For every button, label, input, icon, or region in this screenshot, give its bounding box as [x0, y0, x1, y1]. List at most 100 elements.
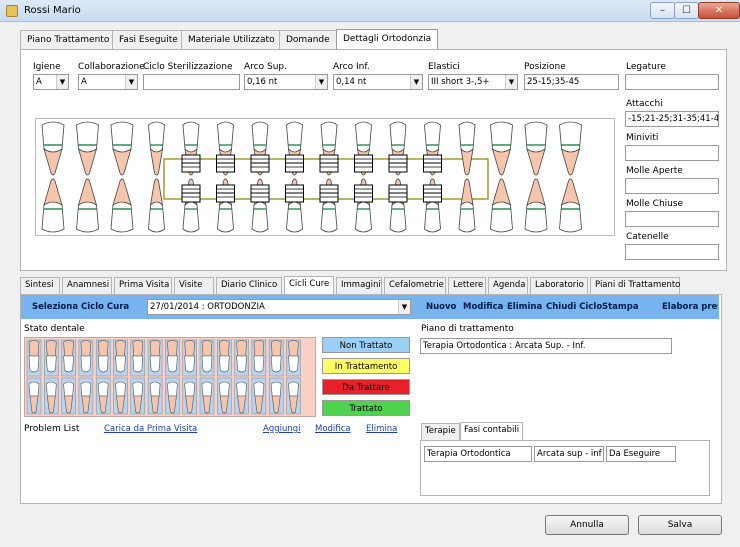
- upper-tooth-root: [218, 340, 230, 357]
- lower-tooth-crown: [149, 381, 161, 397]
- elimina-action-link[interactable]: Elimina: [507, 302, 542, 312]
- stato-dentale-chart[interactable]: [24, 337, 316, 417]
- ortho-teeth-svg[interactable]: [36, 119, 614, 235]
- piano-trattamento-field[interactable]: Terapia Ortodontica : Arcata Sup. - Inf.: [420, 338, 672, 354]
- sub-tab-cicli-cure[interactable]: Cicli Cure: [284, 276, 334, 295]
- ciclo-cura-select[interactable]: 27/01/2014 : ORTODONZIA ▼: [147, 299, 411, 315]
- elastici-select[interactable]: III short 3-,5+ ▼: [428, 74, 518, 90]
- upper-tooth-crown: [201, 355, 213, 373]
- dental-chart[interactable]: [35, 118, 615, 236]
- elimina-link[interactable]: Elimina: [366, 424, 397, 434]
- title-bar: [0, 0, 740, 22]
- lower-tooth-root: [77, 178, 98, 206]
- lower-tooth-root: [491, 178, 512, 206]
- upper-tooth-root: [80, 340, 92, 357]
- tab-materiale-utilizzato[interactable]: Materiale Utilizzato: [181, 30, 282, 50]
- sub-tab-diario-clinico[interactable]: Diario Clinico: [216, 277, 282, 294]
- lower-tooth-root: [560, 178, 581, 206]
- molle-chiuse-label: Molle Chiuse: [626, 199, 684, 209]
- carica-prima-visita-link[interactable]: Carica da Prima Visita: [104, 424, 197, 434]
- lower-tooth-crown: [201, 381, 213, 397]
- upper-tooth-crown: [355, 121, 372, 153]
- sub-tab-lettere[interactable]: Lettere: [448, 277, 486, 294]
- arco-sup-label: Arco Sup.: [244, 62, 287, 72]
- nuovo-link[interactable]: Nuovo: [426, 302, 456, 312]
- modifica-action-link[interactable]: Modifica: [463, 302, 503, 312]
- chevron-down-icon: ▼: [410, 75, 422, 89]
- attacchi-field[interactable]: -15;21-25;31-35;41-45: [625, 111, 719, 127]
- tab-fasi-eseguite[interactable]: Fasi Eseguite: [112, 30, 185, 50]
- upper-tooth-crown: [559, 121, 582, 153]
- lower-tooth-root: [112, 178, 132, 206]
- lower-tooth-crown: [355, 201, 372, 233]
- salva-button[interactable]: Salva: [638, 515, 722, 535]
- sub-tab-sintesi[interactable]: Sintesi: [20, 277, 60, 294]
- chiudi-ciclo-link[interactable]: Chiudi Ciclo: [546, 302, 602, 312]
- upper-tooth-crown: [288, 355, 299, 373]
- arco-sup-select[interactable]: 0,16 nt ▼: [244, 74, 328, 90]
- catenelle-field[interactable]: [625, 244, 719, 260]
- elabora-preventivo-link[interactable]: Elabora preve: [662, 302, 718, 312]
- arco-inf-label: Arco Inf.: [333, 62, 370, 72]
- upper-tooth-crown: [253, 355, 265, 373]
- tab-terapie[interactable]: Terapie: [421, 423, 460, 440]
- upper-tooth-crown: [132, 355, 144, 373]
- igiene-select[interactable]: A ▼: [33, 74, 69, 90]
- collaborazione-select[interactable]: A ▼: [78, 74, 138, 90]
- upper-tooth-root: [132, 340, 144, 357]
- upper-tooth-root: [270, 340, 282, 357]
- miniviti-field[interactable]: [625, 145, 719, 161]
- upper-tooth-root: [97, 340, 109, 357]
- stampa-link[interactable]: Stampa: [602, 302, 639, 312]
- sub-tab-agenda[interactable]: Agenda: [488, 277, 528, 294]
- close-button[interactable]: ✕: [698, 2, 740, 19]
- molle-chiuse-field[interactable]: [625, 211, 719, 227]
- lower-tooth-crown: [286, 201, 303, 233]
- upper-tooth-crown: [236, 355, 247, 373]
- lower-tooth-crown: [218, 381, 230, 397]
- bracket: [250, 192, 270, 203]
- stato-teeth-svg[interactable]: [25, 338, 315, 416]
- upper-tooth-crown: [182, 121, 200, 153]
- sub-tab-piani-di-trattamento[interactable]: Piani di Trattamento: [590, 277, 680, 294]
- sub-tab-immagini[interactable]: Immagini: [336, 277, 382, 294]
- posizione-field[interactable]: 25-15;35-45: [524, 74, 619, 90]
- bracket: [319, 192, 339, 203]
- tab-domande[interactable]: Domande: [279, 30, 337, 50]
- lower-tooth-root: [526, 178, 546, 206]
- annulla-button[interactable]: Annulla: [545, 515, 629, 535]
- bracket: [216, 192, 235, 203]
- upper-tooth-crown: [110, 121, 134, 153]
- lower-tooth-crown: [182, 201, 200, 233]
- window-title: Rossi Mario: [24, 5, 81, 16]
- lower-tooth-crown: [524, 201, 548, 233]
- molle-aperte-field[interactable]: [625, 178, 719, 194]
- arco-inf-select[interactable]: 0,14 nt ▼: [333, 74, 423, 90]
- lower-tooth-crown: [110, 201, 134, 233]
- lower-tooth-crown: [184, 381, 196, 397]
- lower-tooth-crown: [97, 381, 109, 397]
- upper-tooth-crown: [389, 121, 407, 153]
- tab-fasi-contabili[interactable]: Fasi contabili: [460, 422, 524, 441]
- sub-tab-visite[interactable]: Visite: [174, 277, 214, 294]
- minimize-button[interactable]: –: [650, 2, 675, 19]
- fasi-arcata-cell[interactable]: Arcata sup - inf: [534, 446, 604, 462]
- ciclo-field[interactable]: [143, 74, 240, 90]
- maximize-button[interactable]: ☐: [674, 2, 699, 19]
- upper-tooth-crown: [286, 121, 303, 153]
- sub-tab-cefalometrie[interactable]: Cefalometrie: [384, 277, 446, 294]
- sub-tab-prima-visita[interactable]: Prima Visita: [114, 277, 172, 294]
- modifica-link[interactable]: Modifica: [315, 424, 351, 434]
- fasi-stato-cell[interactable]: Da Eseguire: [606, 446, 676, 462]
- legature-field[interactable]: [625, 74, 719, 90]
- lower-tooth-crown: [424, 201, 441, 233]
- aggiungi-link[interactable]: Aggiungi: [263, 424, 301, 434]
- tab-piano-trattamento[interactable]: Piano Trattamento: [20, 30, 117, 50]
- sub-tab-anamnesi[interactable]: Anamnesi: [62, 277, 112, 294]
- sub-tab-laboratorio[interactable]: Laboratorio: [530, 277, 588, 294]
- tab-dettagli-ortodonzia[interactable]: Dettagli Ortodonzia: [336, 29, 439, 50]
- lower-tooth-crown: [236, 381, 247, 397]
- posizione-label: Posizione: [524, 62, 566, 72]
- fasi-terapia-cell[interactable]: Terapia Ortodontica: [424, 446, 532, 462]
- lower-tooth-crown: [389, 201, 407, 233]
